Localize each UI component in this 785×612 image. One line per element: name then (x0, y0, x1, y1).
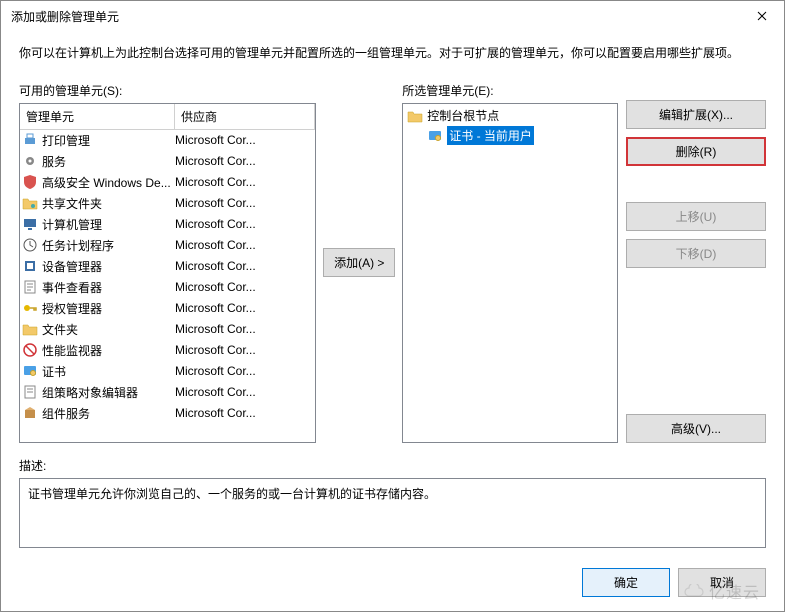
list-item-name: 证书 (42, 363, 175, 380)
cert-icon (427, 128, 443, 144)
description-text: 证书管理单元允许你浏览自己的、一个服务的或一台计算机的证书存储内容。 (28, 487, 436, 501)
cancel-button[interactable]: 取消 (678, 568, 766, 597)
list-item-name: 高级安全 Windows De... (42, 174, 175, 191)
ok-button[interactable]: 确定 (582, 568, 670, 597)
gear-icon (22, 153, 38, 169)
cert-icon (22, 363, 38, 379)
list-item-name: 授权管理器 (42, 300, 175, 317)
list-item-vendor: Microsoft Cor... (175, 322, 315, 336)
folder-share-icon (22, 195, 38, 211)
advanced-button[interactable]: 高级(V)... (626, 414, 766, 443)
list-item-vendor: Microsoft Cor... (175, 154, 315, 168)
edit-extensions-button[interactable]: 编辑扩展(X)... (626, 100, 766, 129)
list-item[interactable]: 设备管理器Microsoft Cor... (20, 256, 315, 277)
add-button[interactable]: 添加(A) > (323, 248, 395, 277)
side-buttons: 编辑扩展(X)... 删除(R) 上移(U) 下移(D) 高级(V)... (626, 82, 766, 443)
box-icon (22, 405, 38, 421)
list-item[interactable]: 性能监视器Microsoft Cor... (20, 340, 315, 361)
available-column: 可用的管理单元(S): 管理单元 供应商 打印管理Microsoft Cor..… (19, 82, 316, 443)
description-area: 描述: 证书管理单元允许你浏览自己的、一个服务的或一台计算机的证书存储内容。 (19, 457, 766, 548)
move-down-button[interactable]: 下移(D) (626, 239, 766, 268)
available-label: 可用的管理单元(S): (19, 82, 316, 99)
list-item-vendor: Microsoft Cor... (175, 196, 315, 210)
tree-root-label: 控制台根节点 (427, 107, 499, 124)
list-item[interactable]: 任务计划程序Microsoft Cor... (20, 235, 315, 256)
list-item[interactable]: 服务Microsoft Cor... (20, 151, 315, 172)
list-item[interactable]: 证书Microsoft Cor... (20, 361, 315, 382)
col-header-vendor[interactable]: 供应商 (175, 104, 315, 129)
list-item-vendor: Microsoft Cor... (175, 175, 315, 189)
clock-icon (22, 237, 38, 253)
list-item-name: 打印管理 (42, 132, 175, 149)
available-listbox[interactable]: 管理单元 供应商 打印管理Microsoft Cor...服务Microsoft… (19, 103, 316, 443)
list-item-vendor: Microsoft Cor... (175, 385, 315, 399)
window-title: 添加或删除管理单元 (11, 8, 119, 25)
list-item-vendor: Microsoft Cor... (175, 343, 315, 357)
col-header-snapin[interactable]: 管理单元 (20, 104, 175, 129)
list-item-name: 计算机管理 (42, 216, 175, 233)
dialog-window: 添加或删除管理单元 你可以在计算机上为此控制台选择可用的管理单元并配置所选的一组… (0, 0, 785, 612)
key-icon (22, 300, 38, 316)
close-icon (757, 11, 767, 21)
close-button[interactable] (739, 1, 784, 31)
printer-icon (22, 132, 38, 148)
available-header: 管理单元 供应商 (20, 104, 315, 130)
list-item-vendor: Microsoft Cor... (175, 133, 315, 147)
list-item-name: 任务计划程序 (42, 237, 175, 254)
list-item-vendor: Microsoft Cor... (175, 280, 315, 294)
tree-item-label: 证书 - 当前用户 (447, 126, 534, 145)
description-label: 描述: (19, 457, 766, 474)
list-item[interactable]: 共享文件夹Microsoft Cor... (20, 193, 315, 214)
list-item[interactable]: 授权管理器Microsoft Cor... (20, 298, 315, 319)
list-item-vendor: Microsoft Cor... (175, 364, 315, 378)
titlebar: 添加或删除管理单元 (1, 1, 784, 31)
list-item-vendor: Microsoft Cor... (175, 406, 315, 420)
tree-root-row[interactable]: 控制台根节点 (403, 106, 617, 126)
list-item[interactable]: 文件夹Microsoft Cor... (20, 319, 315, 340)
device-icon (22, 258, 38, 274)
list-item-vendor: Microsoft Cor... (175, 217, 315, 231)
list-item[interactable]: 高级安全 Windows De...Microsoft Cor... (20, 172, 315, 193)
main-area: 可用的管理单元(S): 管理单元 供应商 打印管理Microsoft Cor..… (19, 82, 766, 443)
move-up-button[interactable]: 上移(U) (626, 202, 766, 231)
list-item-vendor: Microsoft Cor... (175, 301, 315, 315)
list-item-name: 文件夹 (42, 321, 175, 338)
list-item-name: 组件服务 (42, 405, 175, 422)
description-box: 证书管理单元允许你浏览自己的、一个服务的或一台计算机的证书存储内容。 (19, 478, 766, 548)
list-item[interactable]: 打印管理Microsoft Cor... (20, 130, 315, 151)
selected-column: 所选管理单元(E): 控制台根节点 证书 - 当前用户 (402, 82, 618, 443)
shield-icon (22, 174, 38, 190)
footer: 确定 取消 亿速云 (1, 558, 784, 611)
list-item-name: 共享文件夹 (42, 195, 175, 212)
list-item[interactable]: 计算机管理Microsoft Cor... (20, 214, 315, 235)
event-icon (22, 279, 38, 295)
folder-icon (407, 108, 423, 124)
list-item-vendor: Microsoft Cor... (175, 238, 315, 252)
middle-column: 添加(A) > (324, 82, 394, 443)
list-item[interactable]: 事件查看器Microsoft Cor... (20, 277, 315, 298)
remove-button[interactable]: 删除(R) (626, 137, 766, 166)
selected-treebox[interactable]: 控制台根节点 证书 - 当前用户 (402, 103, 618, 443)
list-item[interactable]: 组件服务Microsoft Cor... (20, 403, 315, 424)
list-item-name: 组策略对象编辑器 (42, 384, 175, 401)
tree-item[interactable]: 证书 - 当前用户 (403, 126, 617, 146)
list-item-name: 性能监视器 (42, 342, 175, 359)
selected-label: 所选管理单元(E): (402, 82, 618, 99)
list-item-vendor: Microsoft Cor... (175, 259, 315, 273)
list-item-name: 服务 (42, 153, 175, 170)
list-item-name: 事件查看器 (42, 279, 175, 296)
list-item-name: 设备管理器 (42, 258, 175, 275)
pc-icon (22, 216, 38, 232)
list-item[interactable]: 组策略对象编辑器Microsoft Cor... (20, 382, 315, 403)
content-area: 你可以在计算机上为此控制台选择可用的管理单元并配置所选的一组管理单元。对于可扩展… (1, 31, 784, 558)
intro-text: 你可以在计算机上为此控制台选择可用的管理单元并配置所选的一组管理单元。对于可扩展… (19, 45, 766, 62)
doc-icon (22, 384, 38, 400)
folder-icon (22, 321, 38, 337)
block-icon (22, 342, 38, 358)
